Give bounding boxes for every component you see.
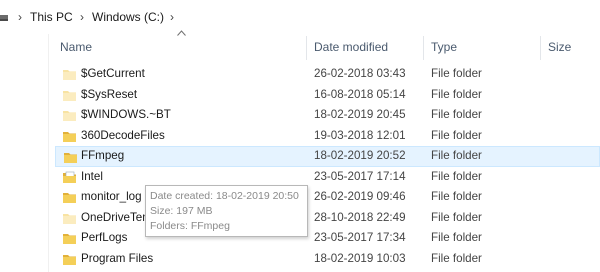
drive-icon [0, 9, 9, 25]
column-header-name[interactable]: Name [60, 34, 92, 60]
tooltip-date-created: Date created: 18-02-2019 20:50 [150, 190, 299, 202]
date-modified: 23-05-2017 17:34 [314, 231, 406, 244]
column-headers: Name Date modified Type Size [0, 34, 600, 60]
folder-document-icon [62, 170, 77, 185]
file-name: $WINDOWS.~BT [81, 108, 171, 121]
breadcrumb-separator-icon[interactable]: › [18, 9, 22, 25]
date-modified: 18-02-2019 20:45 [314, 108, 406, 121]
file-type: File folder [431, 190, 482, 203]
date-modified: 26-02-2018 03:43 [314, 67, 406, 80]
tooltip-folders: Folders: FFmpeg [150, 220, 230, 232]
date-modified: 16-08-2018 05:14 [314, 87, 406, 101]
file-type: File folder [431, 251, 482, 265]
file-name: 360DecodeFiles [81, 128, 165, 142]
folder-icon [62, 67, 77, 82]
file-type: File folder [431, 108, 482, 121]
list-item[interactable]: Intel 23-05-2017 17:14 File folder [55, 167, 600, 188]
breadcrumb-separator-icon[interactable]: › [80, 9, 84, 25]
file-type: File folder [431, 169, 482, 183]
column-header-size[interactable]: Size [548, 34, 571, 60]
list-item[interactable]: $GetCurrent 26-02-2018 03:43 File folder [55, 64, 600, 85]
folder-icon [62, 190, 77, 205]
nav-pane-divider[interactable] [48, 34, 49, 272]
file-name: PerfLogs [81, 231, 128, 244]
file-type: File folder [431, 210, 482, 224]
folder-icon [62, 252, 77, 267]
breadcrumb-this-pc[interactable]: This PC [30, 9, 73, 25]
file-type: File folder [431, 87, 482, 101]
file-name: Intel [81, 169, 103, 183]
date-modified: 26-02-2019 09:46 [314, 190, 406, 203]
file-type: File folder [431, 149, 482, 162]
tooltip-size: Size: 197 MB [150, 205, 213, 217]
date-modified: 18-02-2019 10:03 [314, 251, 406, 265]
list-item[interactable]: Program Files 18-02-2019 10:03 File fold… [55, 249, 600, 270]
file-type: File folder [431, 67, 482, 80]
column-divider[interactable] [540, 36, 541, 60]
breadcrumb-separator-icon[interactable]: › [170, 9, 174, 25]
address-bar[interactable]: › This PC › Windows (C:) › [0, 0, 600, 34]
folder-icon [62, 108, 77, 123]
column-divider[interactable] [423, 36, 424, 60]
date-modified: 28-10-2018 22:49 [314, 210, 406, 224]
folder-icon [62, 231, 77, 246]
list-item[interactable]: PerfLogs 23-05-2017 17:34 File folder [55, 228, 600, 249]
file-name: $GetCurrent [81, 67, 145, 80]
column-header-date-modified[interactable]: Date modified [314, 34, 388, 60]
folder-info-tooltip: Date created: 18-02-2019 20:50 Size: 197… [145, 185, 308, 237]
date-modified: 18-02-2019 20:52 [314, 149, 406, 162]
column-divider[interactable] [306, 36, 307, 60]
breadcrumb-windows-c[interactable]: Windows (C:) [92, 9, 164, 25]
folder-icon [62, 211, 77, 226]
file-type: File folder [431, 128, 482, 142]
file-name: monitor_log [81, 190, 142, 203]
folder-icon [62, 88, 77, 103]
file-name: FFmpeg [81, 149, 125, 162]
file-name: Program Files [81, 251, 154, 265]
list-item[interactable]: monitor_log 26-02-2019 09:46 File folder [55, 187, 600, 208]
date-modified: 19-03-2018 12:01 [314, 128, 406, 142]
list-item[interactable]: OneDriveTemp 28-10-2018 22:49 File folde… [55, 208, 600, 229]
folder-icon [62, 129, 77, 144]
list-item[interactable]: $SysReset 16-08-2018 05:14 File folder [55, 85, 600, 106]
date-modified: 23-05-2017 17:14 [314, 169, 406, 183]
list-item[interactable]: 360DecodeFiles 19-03-2018 12:01 File fol… [55, 126, 600, 147]
file-type: File folder [431, 231, 482, 244]
file-name: $SysReset [81, 87, 138, 101]
list-item[interactable]: $WINDOWS.~BT 18-02-2019 20:45 File folde… [55, 105, 600, 126]
column-header-type[interactable]: Type [431, 34, 457, 60]
list-item-selected[interactable]: FFmpeg 18-02-2019 20:52 File folder [55, 146, 600, 167]
folder-icon [63, 150, 78, 165]
